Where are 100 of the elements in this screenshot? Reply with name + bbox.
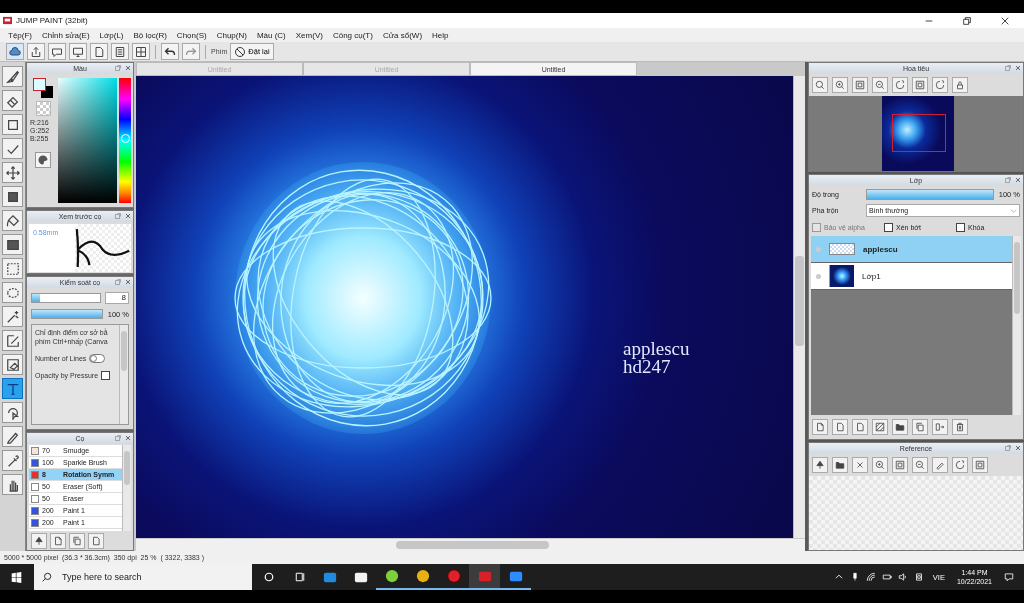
- tool-button[interactable]: [2, 162, 23, 183]
- toolbar-button[interactable]: [872, 77, 888, 93]
- menu-item[interactable]: Chọn(S): [171, 30, 212, 40]
- toolbar-button[interactable]: [892, 77, 908, 93]
- menu-item[interactable]: Chụp(N): [211, 30, 252, 40]
- toolbar-button[interactable]: [69, 43, 87, 60]
- toolbar-button[interactable]: [872, 457, 888, 473]
- tool-button[interactable]: [2, 186, 23, 207]
- size-slider[interactable]: [31, 293, 101, 303]
- toolbar-button[interactable]: [892, 419, 908, 435]
- palette-button[interactable]: [35, 152, 51, 168]
- close-icon[interactable]: [1014, 64, 1022, 72]
- menu-item[interactable]: Chỉnh sửa(E): [37, 30, 95, 40]
- tool-button[interactable]: [2, 282, 23, 303]
- toggle-switch[interactable]: [89, 354, 106, 363]
- toolbar-button[interactable]: [972, 457, 988, 473]
- scrollbar[interactable]: [122, 445, 131, 531]
- menu-item[interactable]: Xem(V): [290, 30, 328, 40]
- toolbar-button[interactable]: [892, 457, 908, 473]
- tool-button[interactable]: [2, 354, 23, 375]
- tool-button[interactable]: [2, 426, 23, 447]
- checkbox[interactable]: [956, 222, 965, 232]
- tool-button[interactable]: [2, 378, 23, 399]
- circle-icon[interactable]: [263, 571, 275, 583]
- toolbar-button[interactable]: [832, 77, 848, 93]
- close-icon[interactable]: [1014, 444, 1022, 452]
- tool-button[interactable]: [2, 474, 23, 495]
- search-bar[interactable]: Type here to search: [34, 564, 252, 590]
- tool-button[interactable]: [2, 210, 23, 231]
- restore-icon[interactable]: [962, 15, 972, 26]
- toolbar-button[interactable]: [852, 457, 868, 473]
- device-icon[interactable]: [913, 572, 924, 582]
- opacity-slider[interactable]: [31, 309, 103, 319]
- close-icon[interactable]: [1014, 176, 1022, 184]
- battery-icon[interactable]: [881, 572, 892, 582]
- undo-button[interactable]: [161, 43, 179, 60]
- toolbar-button[interactable]: [27, 43, 45, 60]
- toolbar-button[interactable]: [852, 419, 868, 435]
- toolbar-button[interactable]: [812, 419, 828, 435]
- chevron-up-icon[interactable]: [833, 572, 844, 582]
- menu-item[interactable]: Màu (C): [251, 30, 291, 40]
- menu-item[interactable]: Cửa sổ(W): [377, 30, 428, 40]
- canvas-thumbnail[interactable]: [882, 96, 954, 171]
- close-icon[interactable]: [124, 64, 132, 72]
- visibility-dot-icon[interactable]: [816, 273, 821, 279]
- close-icon[interactable]: [1000, 15, 1010, 26]
- tool-button[interactable]: [2, 258, 23, 279]
- menu-item[interactable]: Help: [427, 30, 454, 40]
- scrollbar[interactable]: [119, 325, 128, 424]
- wifi-icon[interactable]: [865, 572, 876, 582]
- toolbar-button[interactable]: [952, 77, 968, 93]
- close-icon[interactable]: [124, 278, 132, 286]
- toolbar-button[interactable]: [812, 457, 828, 473]
- toolbar-button[interactable]: [88, 533, 104, 549]
- menu-item[interactable]: Lớp(L): [94, 30, 129, 40]
- toolbar-button[interactable]: [932, 77, 948, 93]
- toolbar-button[interactable]: [90, 43, 108, 60]
- tool-button[interactable]: [2, 450, 23, 471]
- layer-row[interactable]: Lớp1: [811, 263, 1012, 290]
- toolbar-button[interactable]: [111, 43, 129, 60]
- toolbar-button[interactable]: [832, 457, 848, 473]
- tool-button[interactable]: [2, 330, 23, 351]
- toolbar-button[interactable]: [912, 77, 928, 93]
- toolbar-button[interactable]: [912, 457, 928, 473]
- menu-item[interactable]: Tệp(F): [3, 30, 37, 40]
- toolbar-button[interactable]: [812, 77, 828, 93]
- size-value[interactable]: 8: [105, 292, 129, 304]
- menu-item[interactable]: Bộ lọc(R): [128, 30, 172, 40]
- toolbar-button[interactable]: [31, 533, 47, 549]
- toolbar-button[interactable]: [932, 419, 948, 435]
- layer-row[interactable]: applescu: [811, 236, 1012, 263]
- toolbar-button[interactable]: [872, 419, 888, 435]
- menu-item[interactable]: Công cụ(T): [327, 30, 378, 40]
- toolbar-button[interactable]: [832, 419, 848, 435]
- speaker-icon[interactable]: [897, 572, 908, 582]
- tool-button[interactable]: [2, 90, 23, 111]
- saturation-picker[interactable]: [58, 78, 117, 203]
- toolbar-button[interactable]: [952, 419, 968, 435]
- scrollbar[interactable]: [136, 538, 805, 551]
- tool-button[interactable]: [2, 66, 23, 87]
- tool-button[interactable]: [2, 402, 23, 423]
- opacity-slider[interactable]: [866, 188, 994, 200]
- toolbar-button[interactable]: [132, 43, 150, 60]
- toolbar-button[interactable]: [50, 533, 66, 549]
- toolbar-button[interactable]: [852, 77, 868, 93]
- hue-slider[interactable]: [119, 78, 131, 203]
- windows-logo-icon[interactable]: [11, 571, 22, 583]
- transparent-swatch[interactable]: [35, 101, 51, 116]
- search-field[interactable]: Type here to search: [60, 571, 244, 583]
- scrollbar[interactable]: [793, 76, 805, 538]
- toolbar-button[interactable]: [48, 43, 66, 60]
- tool-button[interactable]: [2, 306, 23, 327]
- tool-button[interactable]: [2, 234, 23, 255]
- color-swatches[interactable]: [33, 78, 53, 98]
- scrollbar[interactable]: [1012, 236, 1021, 415]
- tool-button[interactable]: [2, 138, 23, 159]
- close-icon[interactable]: [124, 212, 132, 220]
- toolbar-button[interactable]: [952, 457, 968, 473]
- checkbox[interactable]: [884, 222, 893, 232]
- tool-button[interactable]: [2, 114, 23, 135]
